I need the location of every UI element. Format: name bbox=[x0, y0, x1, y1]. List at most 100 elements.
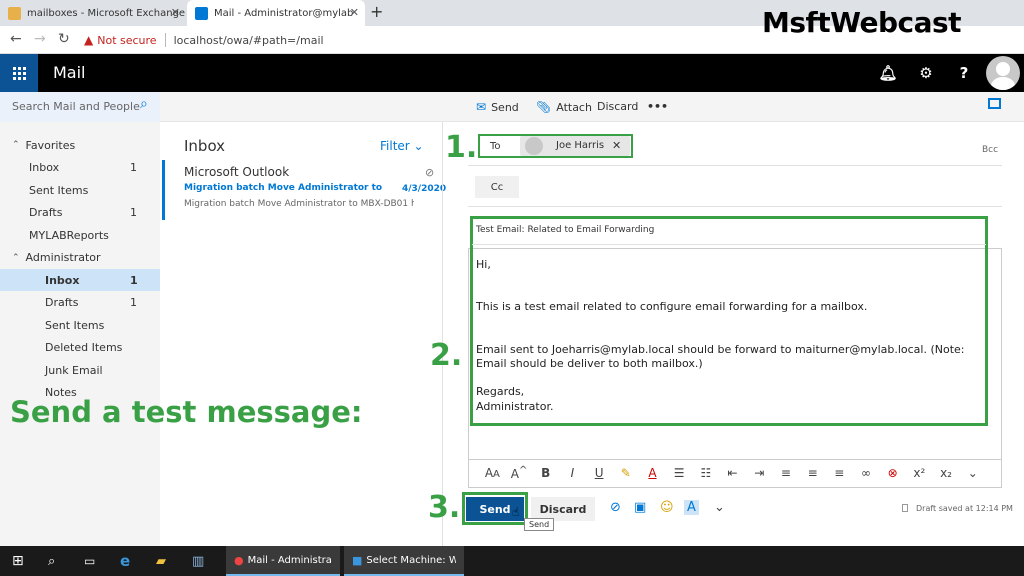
folder-label: Junk Email bbox=[45, 363, 103, 377]
subject-input[interactable]: Test Email: Related to Email Forwarding bbox=[476, 225, 654, 235]
search-icon[interactable]: ⌕ bbox=[48, 546, 55, 576]
italic-icon[interactable]: I bbox=[559, 466, 586, 480]
avatar[interactable] bbox=[986, 56, 1020, 90]
folder-label: Inbox bbox=[29, 161, 60, 174]
chrome-icon: ● bbox=[234, 553, 244, 567]
task-view-icon[interactable]: ▭ bbox=[84, 546, 95, 576]
cc-button[interactable]: Cc bbox=[475, 176, 519, 198]
windows-start-icon[interactable]: ⊞ bbox=[12, 546, 24, 576]
step-one-label: 1. bbox=[445, 130, 478, 165]
decrease-indent-icon[interactable]: ⇤ bbox=[719, 466, 746, 480]
folder-item[interactable]: ⌃ Administrator bbox=[0, 247, 160, 269]
security-label[interactable]: Not secure bbox=[97, 34, 156, 47]
bell-icon[interactable]: 🔔︎ bbox=[870, 54, 906, 92]
chevron-up-icon[interactable]: ⌃ bbox=[12, 140, 20, 150]
chevron-up-icon[interactable]: ⌃ bbox=[12, 253, 20, 263]
folder-item[interactable]: Junk Email bbox=[0, 359, 160, 381]
back-icon[interactable]: ← bbox=[10, 31, 22, 47]
underline-icon[interactable]: U bbox=[586, 466, 613, 480]
recipient-name: Joe Harris bbox=[556, 140, 605, 151]
folder-item[interactable]: ⌃ Favorites bbox=[0, 134, 160, 156]
tooltip: Send bbox=[524, 518, 555, 531]
body-line: Regards, bbox=[476, 385, 525, 398]
bold-icon[interactable]: B bbox=[532, 466, 559, 480]
folder-item[interactable]: Inbox 1 bbox=[0, 157, 160, 179]
close-icon[interactable]: ✕ bbox=[171, 6, 180, 19]
headline-annotation: Send a test message: bbox=[10, 395, 363, 429]
paperclip-icon[interactable]: ⊘ bbox=[610, 500, 621, 515]
folder-label: Drafts bbox=[29, 206, 63, 219]
numbering-icon[interactable]: ☷ bbox=[693, 466, 720, 480]
tab-label: mailboxes - Microsoft Exchange bbox=[27, 7, 186, 19]
folder-label: Sent Items bbox=[29, 183, 89, 197]
grow-font-icon[interactable]: A^ bbox=[506, 465, 533, 481]
divider bbox=[164, 33, 166, 47]
align-center-icon[interactable]: ≡ bbox=[799, 466, 826, 480]
toolbar-discard-button[interactable]: Discard bbox=[597, 100, 638, 113]
increase-indent-icon[interactable]: ⇥ bbox=[746, 466, 773, 480]
browser-tab[interactable]: mailboxes - Microsoft Exchange ✕ bbox=[0, 0, 186, 26]
new-tab-icon[interactable]: + bbox=[370, 2, 383, 21]
folder-item[interactable]: Drafts 1 bbox=[0, 292, 160, 314]
bullets-icon[interactable]: ☰ bbox=[666, 466, 693, 480]
search-icon[interactable]: ⌕ bbox=[140, 96, 148, 112]
search-input[interactable]: Search Mail and People bbox=[12, 100, 140, 113]
align-left-icon[interactable]: ≡ bbox=[773, 466, 800, 480]
help-icon[interactable]: ? bbox=[946, 54, 982, 92]
step-three-label: 3. bbox=[428, 490, 461, 525]
format-icon[interactable]: A bbox=[684, 500, 699, 515]
highlight-icon[interactable]: ✎ bbox=[612, 466, 639, 480]
body-line: Administrator. bbox=[476, 400, 554, 413]
gear-icon[interactable]: ⚙ bbox=[908, 54, 944, 92]
taskbar-app[interactable]: ■ Select Machine: WS... bbox=[344, 546, 464, 576]
folder-item[interactable]: Deleted Items bbox=[0, 337, 160, 359]
filter-button[interactable]: Filter ⌄ bbox=[380, 139, 424, 153]
folder-item[interactable]: Sent Items bbox=[0, 314, 160, 336]
folder-item[interactable]: Drafts 1 bbox=[0, 202, 160, 224]
chevron-down-icon[interactable]: ⌄ bbox=[714, 500, 725, 515]
file-explorer-icon[interactable]: ▰ bbox=[156, 546, 166, 576]
subscript-icon[interactable]: x₂ bbox=[933, 466, 960, 480]
toolbar-attach-button[interactable]: 📎︎ Attach bbox=[536, 100, 592, 114]
folder-item[interactable]: Inbox 1 bbox=[0, 269, 160, 291]
link-icon[interactable]: ∞ bbox=[853, 466, 880, 480]
taskbar-app[interactable]: ● Mail - Administrato... bbox=[226, 546, 340, 576]
folder-label: Administrator bbox=[25, 251, 101, 264]
align-right-icon[interactable]: ≡ bbox=[826, 466, 853, 480]
app-launcher-icon[interactable] bbox=[0, 54, 38, 92]
emoji-icon[interactable]: ☺ bbox=[660, 500, 674, 515]
attach-label: Attach bbox=[556, 100, 592, 114]
toolbar-send-button[interactable]: ✉ Send bbox=[476, 100, 519, 114]
folder-label: Drafts bbox=[45, 296, 79, 309]
folder-item[interactable]: MYLABReports bbox=[0, 224, 160, 246]
bcc-link[interactable]: Bcc bbox=[982, 145, 998, 155]
font-color-icon[interactable]: A bbox=[639, 466, 666, 480]
taskbar-app-label: Select Machine: WS... bbox=[366, 554, 456, 566]
reload-icon[interactable]: ↻ bbox=[58, 31, 70, 47]
chevron-down-icon[interactable]: ⌄ bbox=[959, 466, 986, 480]
message-sender: Microsoft Outlook bbox=[184, 165, 290, 179]
unlink-icon[interactable]: ⊗ bbox=[879, 466, 906, 480]
folder-label: MYLABReports bbox=[29, 228, 109, 242]
watermark-logo: MsftWebcast bbox=[762, 6, 962, 39]
attachment-icon: ⊘ bbox=[425, 166, 435, 179]
font-size-icon[interactable]: AA bbox=[479, 466, 506, 480]
forward-icon[interactable]: → bbox=[34, 31, 46, 47]
browser-tab-active[interactable]: Mail - Administrator@mylab.local ✕ bbox=[187, 0, 365, 26]
server-manager-icon[interactable]: ▥ bbox=[192, 546, 204, 576]
to-label[interactable]: To bbox=[490, 141, 501, 152]
divider bbox=[468, 206, 1002, 207]
folder-label: Sent Items bbox=[45, 318, 105, 332]
divider bbox=[472, 244, 986, 245]
url-text[interactable]: localhost/owa/#path=/mail bbox=[174, 34, 324, 47]
body-line: This is a test email related to configur… bbox=[476, 300, 868, 313]
superscript-icon[interactable]: x² bbox=[906, 466, 933, 480]
remove-recipient-icon[interactable]: ✕ bbox=[612, 139, 621, 152]
edge-icon[interactable]: e bbox=[120, 546, 130, 576]
close-icon[interactable]: ✕ bbox=[350, 6, 359, 19]
folder-item[interactable]: Sent Items bbox=[0, 179, 160, 201]
popout-icon[interactable] bbox=[988, 98, 1001, 109]
more-options-button[interactable]: ••• bbox=[647, 100, 668, 113]
image-icon[interactable]: ▣ bbox=[634, 500, 646, 515]
message-list-title: Inbox bbox=[184, 137, 226, 155]
